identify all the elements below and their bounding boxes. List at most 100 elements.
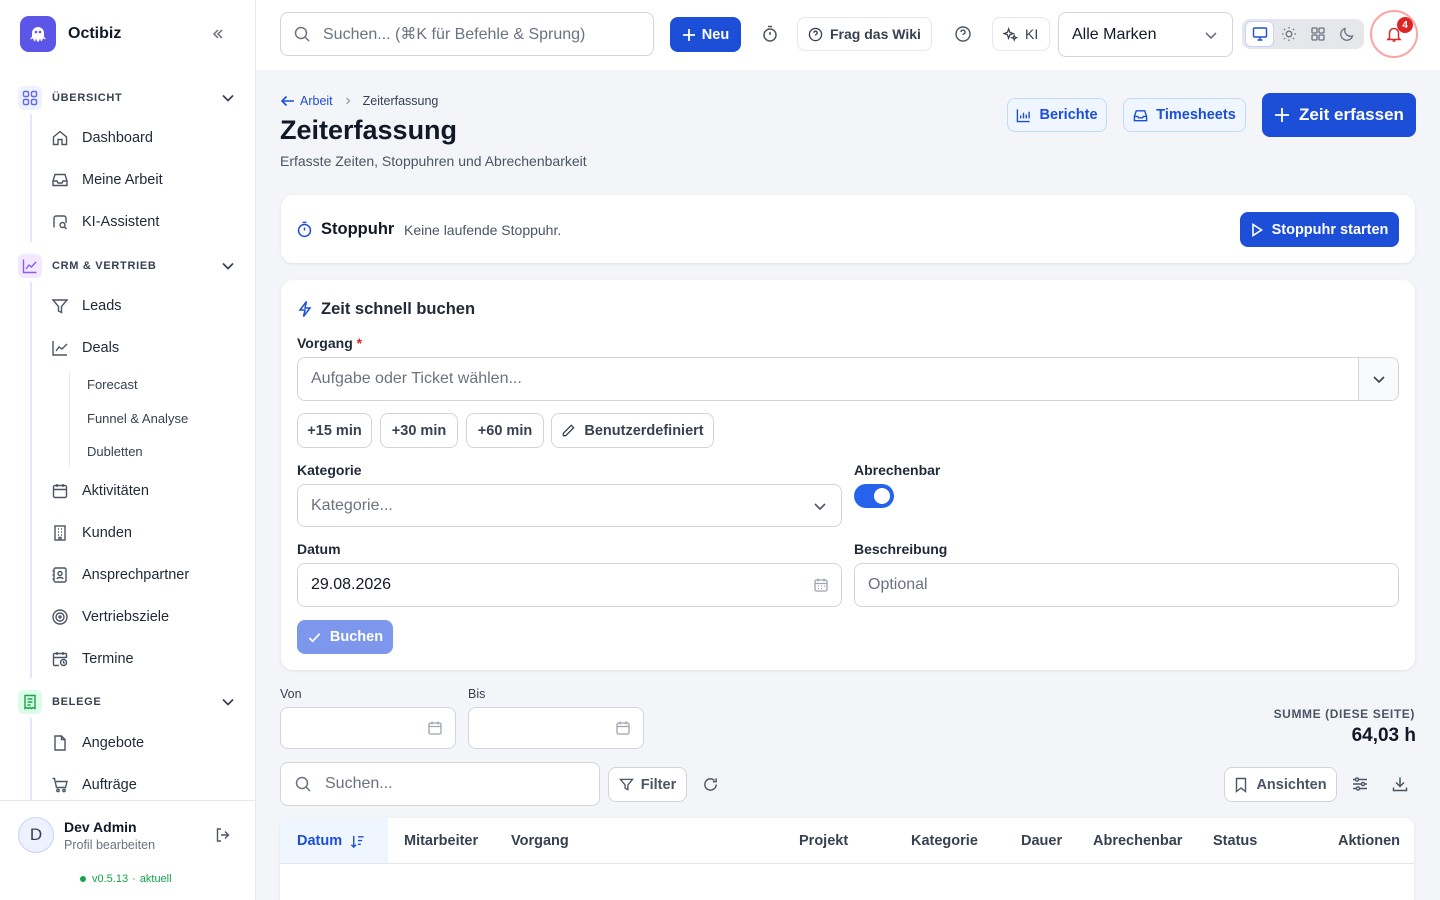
sidebar-item-meine-arbeit[interactable]: Meine Arbeit — [50, 164, 240, 196]
sidebar-item-auftraege[interactable]: Aufträge — [50, 769, 240, 801]
column-header-projekt[interactable]: Projekt — [799, 833, 848, 849]
sidebar-subitem-dubletten[interactable]: Dubletten — [87, 444, 143, 459]
column-header-vorgang[interactable]: Vorgang — [511, 833, 569, 849]
collapse-sidebar-icon[interactable] — [206, 22, 230, 46]
add-15-min-chip[interactable]: +15 min — [297, 413, 372, 448]
time-entries-table: Datum Mitarbeiter Vorgang Projekt Katego… — [280, 818, 1414, 900]
kategorie-select[interactable]: Kategorie... — [297, 484, 842, 527]
datum-value: 29.08.2026 — [311, 576, 392, 593]
profile-edit-link[interactable]: Profil bearbeiten — [64, 838, 155, 852]
sun-icon[interactable] — [1274, 21, 1303, 47]
beschreibung-input[interactable]: Optional — [854, 563, 1399, 607]
views-button[interactable]: Ansichten — [1224, 767, 1337, 802]
vorgang-label-text: Vorgang — [297, 335, 353, 351]
sidebar-item-termine[interactable]: Termine — [50, 643, 240, 675]
sidebar-item-kunden[interactable]: Kunden — [50, 517, 240, 549]
chevron-down-icon[interactable] — [218, 88, 238, 108]
notification-count-badge: 4 — [1397, 17, 1413, 33]
sidebar-item-vertriebsziele[interactable]: Vertriebsziele — [50, 601, 240, 633]
add-60-min-chip[interactable]: +60 min — [466, 413, 544, 448]
app-name: Octibiz — [68, 25, 122, 42]
sidebar-subitem-forecast[interactable]: Forecast — [87, 377, 138, 392]
sliders-icon[interactable] — [1351, 775, 1369, 793]
timesheets-button[interactable]: Timesheets — [1123, 98, 1246, 132]
column-header-status[interactable]: Status — [1213, 833, 1257, 849]
filter-button[interactable]: Filter — [608, 767, 687, 802]
breadcrumb-back-link[interactable]: Arbeit — [280, 93, 333, 109]
sidebar-item-label: Deals — [82, 340, 120, 356]
chevron-down-icon[interactable] — [218, 256, 238, 276]
ask-wiki-button[interactable]: Frag das Wiki — [797, 17, 932, 51]
table-search-input[interactable]: Suchen... — [280, 762, 600, 806]
layout-grid-icon[interactable] — [1303, 21, 1332, 47]
stopwatch-icon[interactable] — [756, 17, 784, 51]
brand[interactable]: Octibiz — [20, 16, 121, 52]
column-header-abrechenbar[interactable]: Abrechenbar — [1093, 833, 1182, 849]
new-button[interactable]: Neu — [670, 17, 741, 52]
refresh-icon[interactable] — [702, 776, 719, 793]
topbar: Suchen... (⌘K für Befehle & Sprung) Neu … — [256, 0, 1440, 70]
start-stopwatch-button[interactable]: Stoppuhr starten — [1240, 212, 1399, 247]
global-search-input[interactable]: Suchen... (⌘K für Befehle & Sprung) — [280, 12, 654, 56]
record-time-button[interactable]: Zeit erfassen — [1262, 93, 1416, 137]
avatar[interactable]: D — [18, 817, 54, 853]
section-belege[interactable]: BELEGE — [18, 690, 240, 714]
sidebar-item-label: Kunden — [82, 525, 132, 541]
chevron-down-icon — [1202, 26, 1220, 44]
help-circle-icon — [808, 27, 823, 42]
chevron-down-icon[interactable] — [218, 692, 238, 712]
sidebar-item-aktivitaeten[interactable]: Aktivitäten — [50, 475, 240, 507]
section-line — [30, 718, 32, 800]
column-header-label: Datum — [297, 833, 343, 849]
notifications-button[interactable]: 4 — [1370, 10, 1418, 58]
reports-button[interactable]: Berichte — [1007, 98, 1107, 132]
download-icon[interactable] — [1391, 775, 1409, 793]
custom-duration-chip[interactable]: Benutzerdefiniert — [551, 413, 714, 448]
column-header-dauer[interactable]: Dauer — [1021, 833, 1062, 849]
monitor-icon[interactable] — [1245, 21, 1274, 47]
home-icon — [50, 128, 70, 148]
version-info: v0.5.13 · aktuell — [80, 873, 172, 885]
add-30-min-chip[interactable]: +30 min — [380, 413, 458, 448]
views-label: Ansichten — [1256, 776, 1327, 793]
quick-booking-title: Zeit schnell buchen — [321, 300, 476, 318]
bis-date-input[interactable] — [468, 707, 644, 749]
brand-select[interactable]: Alle Marken — [1058, 12, 1233, 57]
abrechenbar-toggle[interactable] — [854, 484, 894, 508]
column-header-mitarbeiter[interactable]: Mitarbeiter — [404, 833, 478, 849]
ki-label: KI — [1025, 26, 1039, 42]
datum-input[interactable]: 29.08.2026 — [297, 563, 842, 607]
sidebar-item-deals[interactable]: Deals — [50, 332, 240, 364]
section-uebersicht[interactable]: ÜBERSICHT — [18, 86, 240, 110]
column-header-datum[interactable]: Datum — [297, 833, 365, 849]
sidebar: Octibiz ÜBERSICHT Dashboard Meine Arbeit… — [0, 0, 256, 900]
calendar-icon[interactable] — [427, 720, 443, 736]
display-mode-switcher — [1242, 19, 1364, 49]
vorgang-select[interactable]: Aufgabe oder Ticket wählen... — [297, 357, 1399, 401]
column-header-kategorie[interactable]: Kategorie — [911, 833, 978, 849]
reports-label: Berichte — [1039, 107, 1098, 123]
filter-icon — [618, 777, 634, 792]
ki-button[interactable]: KI — [992, 17, 1050, 51]
calendar-icon[interactable] — [813, 577, 829, 593]
von-date-input[interactable] — [280, 707, 456, 749]
calendar-icon — [50, 481, 70, 501]
sidebar-item-dashboard[interactable]: Dashboard — [50, 122, 240, 154]
sidebar-item-ansprechpartner[interactable]: Ansprechpartner — [50, 559, 240, 591]
chevron-down-icon[interactable] — [1358, 358, 1398, 400]
timer-icon — [296, 221, 313, 238]
sidebar-item-ki-assistent[interactable]: KI-Assistent — [50, 206, 240, 238]
chat-search-icon — [50, 212, 70, 232]
book-button[interactable]: Buchen — [297, 620, 393, 654]
sidebar-subitem-funnel[interactable]: Funnel & Analyse — [87, 411, 188, 426]
required-mark: * — [356, 335, 363, 351]
calendar-icon[interactable] — [615, 720, 631, 736]
moon-icon[interactable] — [1332, 21, 1361, 47]
section-crm[interactable]: CRM & VERTRIEB — [18, 254, 240, 278]
trend-chart-icon — [50, 338, 70, 358]
logout-icon[interactable] — [214, 826, 232, 844]
help-icon[interactable] — [950, 17, 976, 51]
sidebar-item-leads[interactable]: Leads — [50, 290, 240, 322]
sidebar-item-angebote[interactable]: Angebote — [50, 727, 240, 759]
vorgang-placeholder: Aufgabe oder Ticket wählen... — [311, 370, 522, 387]
